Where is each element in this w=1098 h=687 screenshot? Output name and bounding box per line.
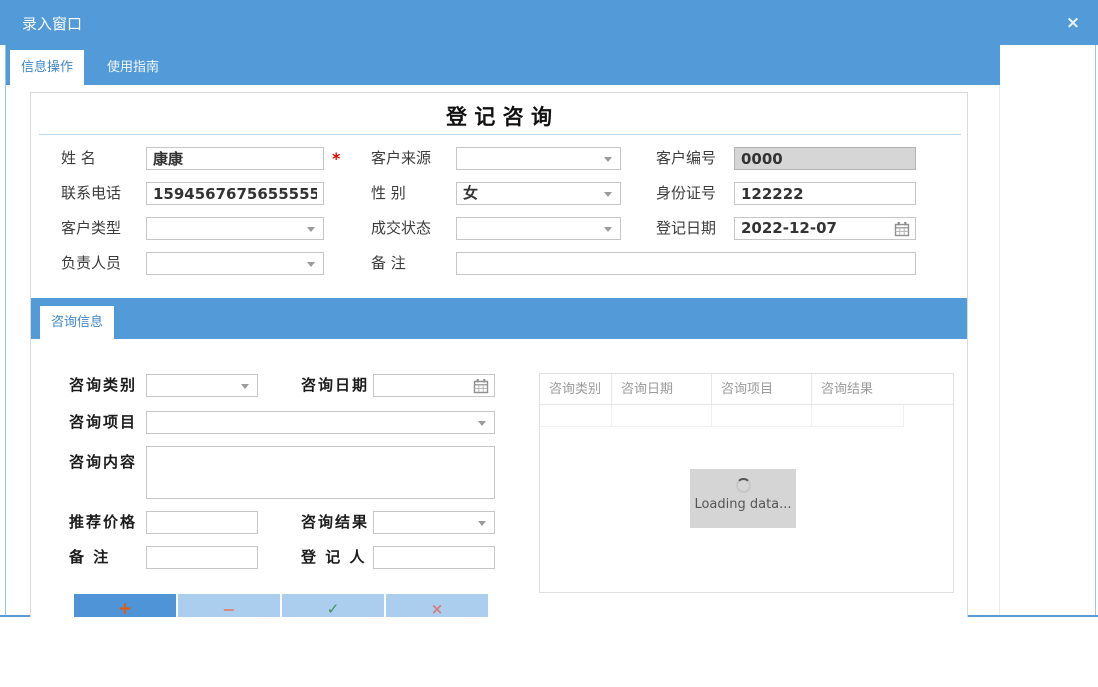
table-header-row: 咨询类别 咨询日期 咨询项目 咨询结果 — [540, 374, 953, 405]
gender-value: 女 — [463, 183, 478, 204]
registration-form-panel: 登 记 咨 询 姓 名 * 客户来源 客户编号 联系电话 性 别 女 身份证号 … — [30, 92, 968, 617]
entry-window: 录入窗口 × 信息操作 使用指南 登 记 咨 询 姓 名 * 客户来源 客户编号… — [0, 0, 1098, 687]
deal-status-select[interactable] — [456, 217, 621, 240]
spinner-icon — [736, 478, 751, 493]
window-left-border — [5, 45, 6, 615]
chevron-down-icon — [604, 157, 612, 162]
record-toolbar: + − ✓ × — [74, 594, 490, 617]
col-header-result: 咨询结果 — [812, 374, 904, 405]
chevron-down-icon — [604, 227, 612, 232]
consult-category-select[interactable] — [146, 374, 258, 397]
table-cell — [712, 405, 812, 427]
register-date-label: 登记日期 — [656, 217, 716, 239]
consult-category-label: 咨询类别 — [69, 374, 137, 396]
calendar-icon[interactable] — [473, 378, 489, 398]
consult-content-textarea[interactable] — [146, 446, 495, 499]
consult-project-select[interactable] — [146, 411, 495, 434]
table-cell — [540, 405, 612, 427]
tab-consult-info[interactable]: 咨询信息 — [40, 306, 114, 339]
chevron-down-icon — [604, 192, 612, 197]
consult-date-field[interactable] — [373, 374, 495, 397]
register-date-field[interactable]: 2022-12-07 — [734, 217, 916, 240]
chevron-down-icon — [307, 262, 315, 267]
consult-remark-label: 备 注 — [69, 546, 110, 568]
chevron-down-icon — [478, 421, 486, 426]
confirm-record-button[interactable]: ✓ — [282, 594, 384, 617]
consult-remark-field[interactable] — [146, 546, 258, 569]
window-title: 录入窗口 — [22, 13, 82, 34]
staff-select[interactable] — [146, 252, 324, 275]
loading-overlay: Loading data... — [690, 469, 796, 528]
window-right-border — [1095, 45, 1096, 615]
chevron-down-icon — [307, 227, 315, 232]
customer-source-label: 客户来源 — [371, 147, 431, 169]
id-number-field[interactable] — [734, 182, 916, 205]
staff-label: 负责人员 — [61, 252, 121, 274]
registrant-label: 登 记 人 — [301, 546, 366, 568]
registrant-field[interactable] — [373, 546, 495, 569]
consult-records-table: 咨询类别 咨询日期 咨询项目 咨询结果 Loading data... — [539, 373, 954, 593]
table-row — [540, 405, 904, 427]
name-label: 姓 名 — [61, 147, 96, 169]
name-field[interactable] — [146, 147, 324, 170]
price-field[interactable] — [146, 511, 258, 534]
calendar-icon[interactable] — [894, 221, 910, 241]
table-cell — [812, 405, 904, 427]
close-icon[interactable]: × — [1062, 12, 1084, 34]
consult-content-label: 咨询内容 — [69, 451, 137, 473]
consult-date-label: 咨询日期 — [301, 374, 369, 396]
consult-result-label: 咨询结果 — [301, 511, 369, 533]
gender-select[interactable]: 女 — [456, 182, 621, 205]
consult-result-select[interactable] — [373, 511, 495, 534]
deal-status-label: 成交状态 — [371, 217, 431, 239]
price-label: 推荐价格 — [69, 511, 137, 533]
col-header-project: 咨询项目 — [712, 374, 812, 405]
tab-info-operations[interactable]: 信息操作 — [10, 50, 84, 85]
table-cell — [612, 405, 712, 427]
loading-text: Loading data... — [690, 497, 796, 512]
top-tab-strip: 信息操作 使用指南 — [6, 45, 1000, 85]
required-asterisk: * — [332, 149, 340, 168]
window-titlebar: 录入窗口 × — [0, 0, 1098, 45]
chevron-down-icon — [478, 521, 486, 526]
customer-source-select[interactable] — [456, 147, 621, 170]
gender-label: 性 别 — [371, 182, 406, 204]
register-date-value: 2022-12-07 — [741, 218, 837, 239]
phone-label: 联系电话 — [61, 182, 121, 204]
col-header-date: 咨询日期 — [612, 374, 712, 405]
customer-no-field — [734, 147, 916, 170]
delete-record-button[interactable]: − — [178, 594, 280, 617]
add-record-button[interactable]: + — [74, 594, 176, 617]
content-right-edge — [999, 85, 1000, 615]
cancel-record-button[interactable]: × — [386, 594, 488, 617]
phone-field[interactable] — [146, 182, 324, 205]
col-header-category: 咨询类别 — [540, 374, 612, 405]
id-number-label: 身份证号 — [656, 182, 716, 204]
remark-label: 备 注 — [371, 252, 406, 274]
form-title: 登 记 咨 询 — [31, 101, 967, 131]
customer-type-select[interactable] — [146, 217, 324, 240]
title-underline — [39, 134, 961, 135]
remark-field[interactable] — [456, 252, 916, 275]
tab-user-guide[interactable]: 使用指南 — [98, 50, 168, 85]
customer-no-label: 客户编号 — [656, 147, 716, 169]
consult-project-label: 咨询项目 — [69, 411, 137, 433]
chevron-down-icon — [241, 384, 249, 389]
consult-tab-strip: 咨询信息 — [31, 298, 967, 339]
customer-type-label: 客户类型 — [61, 217, 121, 239]
